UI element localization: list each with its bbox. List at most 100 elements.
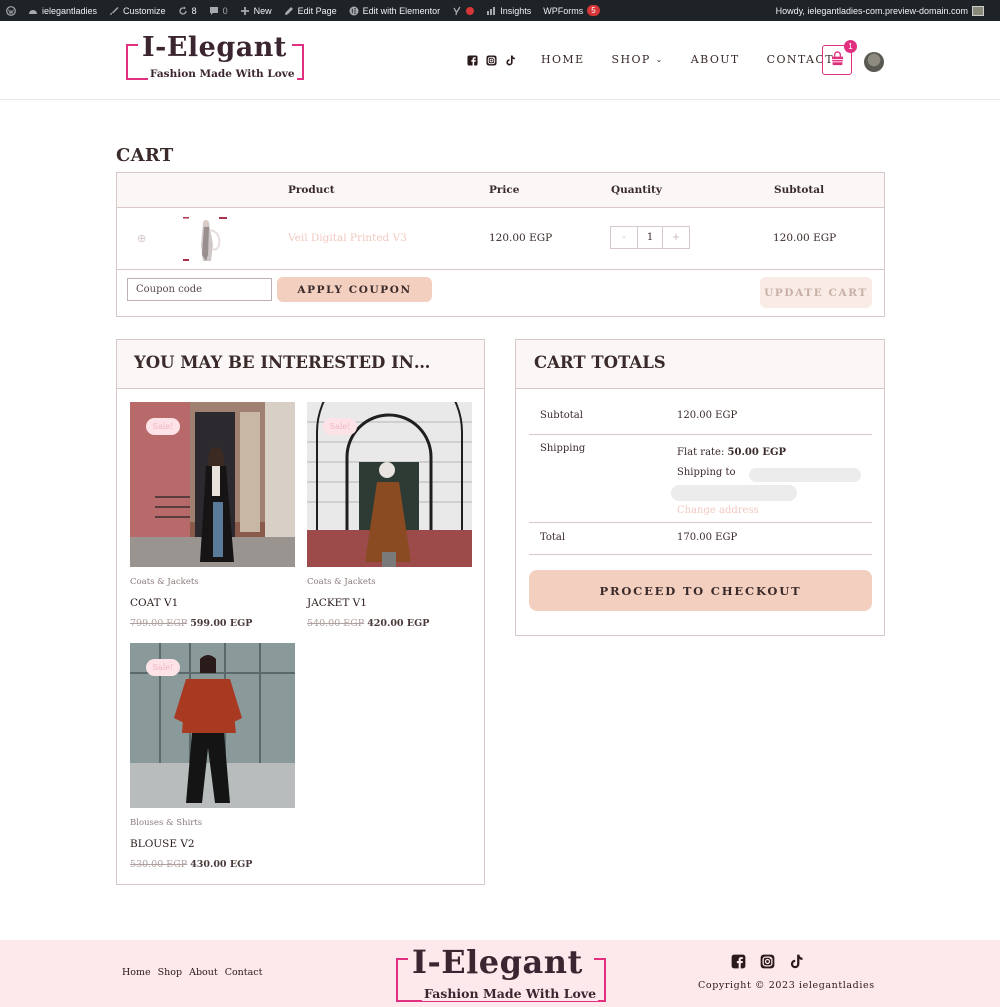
customize-link[interactable]: Customize [103,0,172,21]
update-cart-button[interactable]: UPDATE CART [760,277,872,308]
product-card[interactable]: Sale! Coats & Jackets JACKET V1 540.00 E… [307,402,472,629]
shipping-to-label: Shipping to [677,467,736,478]
site-name: ielegantladies [42,5,98,16]
product-card[interactable]: Sale! Blouses & Shirts BLOUSE V2 530.00 … [130,643,295,870]
howdy-text: Howdy, ielegantladies-com.preview-domain… [775,5,968,16]
redacted-address [749,468,861,482]
apply-coupon-button[interactable]: APPLY COUPON [277,277,432,302]
instagram-icon[interactable] [486,55,497,66]
tiktok-icon[interactable] [505,55,516,66]
product-category[interactable]: Coats & Jackets [130,577,295,587]
proceed-to-checkout-button[interactable]: PROCEED TO CHECKOUT [529,570,872,611]
yoast-menu[interactable] [446,0,480,21]
nav-about[interactable]: ABOUT [691,53,740,66]
product-category[interactable]: Coats & Jackets [307,577,472,587]
redacted-address [671,485,797,501]
new-content-link[interactable]: New [234,0,278,21]
sale-price: 430.00 EGP [190,859,253,870]
product-image-blouse[interactable]: Sale! [130,643,295,808]
cross-sells-header: YOU MAY BE INTERESTED IN… [117,340,484,389]
instagram-icon[interactable] [760,954,775,969]
comments-count: 0 [222,5,228,16]
cart-item-name[interactable]: Veil Digital Printed V3 [288,232,407,244]
comments-link[interactable]: 0 [203,0,234,21]
cross-sells-title: YOU MAY BE INTERESTED IN… [134,353,431,372]
coupon-code-input[interactable] [127,278,272,301]
wpforms-link[interactable]: WPForms 5 [537,0,605,21]
col-subtotal: Subtotal [774,184,825,196]
account-menu[interactable]: Howdy, ielegantladies-com.preview-domain… [775,5,1000,16]
edit-page-label: Edit Page [297,5,337,16]
product-name[interactable]: JACKET V1 [307,597,472,609]
nav-home[interactable]: HOME [541,53,585,66]
total-value: 170.00 EGP [677,532,738,543]
new-label: New [253,5,272,16]
admin-bar: ielegantladies Customize 8 0 New Edit Pa… [0,0,1000,21]
total-label: Total [540,532,566,543]
shipping-row: Shipping Flat rate: 50.00 EGP Shipping t… [529,443,872,523]
old-price: 540.00 EGP [307,618,365,629]
quantity-stepper: - 1 + [610,226,690,249]
admin-site-link[interactable]: ielegantladies [22,0,103,21]
quantity-decrease-button[interactable]: - [611,227,637,248]
insights-link[interactable]: Insights [480,0,537,21]
comment-icon [209,6,219,16]
product-name[interactable]: BLOUSE V2 [130,838,295,850]
sale-badge: Sale! [146,418,180,435]
shipping-label: Shipping [540,443,586,454]
site-logo[interactable]: I-Elegant Fashion Made With Love [126,32,304,84]
seo-status-dot [466,6,475,15]
user-avatar[interactable] [864,52,884,72]
edit-elementor-link[interactable]: Edit with Elementor [343,0,447,21]
change-address-link[interactable]: Change address [677,505,759,516]
tiktok-icon[interactable] [789,954,804,969]
customize-label: Customize [123,5,166,16]
remove-item-icon[interactable]: ⊕ [137,232,146,245]
sale-badge: Sale! [146,659,180,676]
subtotal-row: Subtotal 120.00 EGP [529,410,872,435]
cart-item-price: 120.00 EGP [489,232,553,244]
facebook-icon[interactable] [731,954,746,969]
nav-shop[interactable]: SHOP ⌄ [612,53,664,66]
cart-item-thumbnail[interactable] [183,215,231,263]
footer-logo[interactable]: I-Elegant Fashion Made With Love [396,943,606,1004]
admin-avatar [972,5,984,16]
product-card[interactable]: Sale! Coats & Jackets COAT V1 799.00 EGP… [130,402,295,629]
wordpress-menu[interactable] [0,0,22,21]
flat-rate-value: 50.00 EGP [727,447,787,458]
header-cart-button[interactable]: 1 [822,40,857,75]
cart-table: Product Price Quantity Subtotal ⊕ Veil D… [116,172,885,317]
facebook-icon[interactable] [467,55,478,66]
product-price: 540.00 EGP 420.00 EGP [307,618,472,629]
footer-nav-contact[interactable]: Contact [225,967,263,978]
total-row: Total 170.00 EGP [529,532,872,555]
col-quantity: Quantity [611,184,663,196]
product-image-jacket[interactable]: Sale! [307,402,472,567]
product-name[interactable]: COAT V1 [130,597,295,609]
product-image-coat[interactable]: Sale! [130,402,295,567]
logo-tagline: Fashion Made With Love [148,68,297,80]
cart-totals-header: CART TOTALS [516,340,884,389]
footer-nav-shop[interactable]: Shop [158,967,182,978]
edit-page-link[interactable]: Edit Page [278,0,343,21]
sale-price: 420.00 EGP [367,618,430,629]
insights-label: Insights [500,5,532,16]
nav-shop-label: SHOP [611,53,651,66]
footer-nav-home[interactable]: Home [122,967,151,978]
footer-nav: Home Shop About Contact [122,967,262,978]
updates-link[interactable]: 8 [172,0,203,21]
wpforms-badge: 5 [587,5,600,16]
page-title: CART [116,145,174,166]
cart-item-row: ⊕ Veil Digital Printed V3 120.00 EGP - 1… [117,208,884,270]
product-category[interactable]: Blouses & Shirts [130,818,295,828]
footer-nav-about[interactable]: About [189,967,218,978]
product-price: 530.00 EGP 430.00 EGP [130,859,295,870]
quantity-increase-button[interactable]: + [663,227,689,248]
wordpress-icon [6,5,16,16]
shopping-bag-icon [830,50,845,70]
col-price: Price [489,184,520,196]
quantity-input[interactable]: 1 [637,227,663,248]
yoast-icon [452,6,462,16]
nav-about-label: ABOUT [690,53,740,66]
pencil-icon [284,6,294,16]
